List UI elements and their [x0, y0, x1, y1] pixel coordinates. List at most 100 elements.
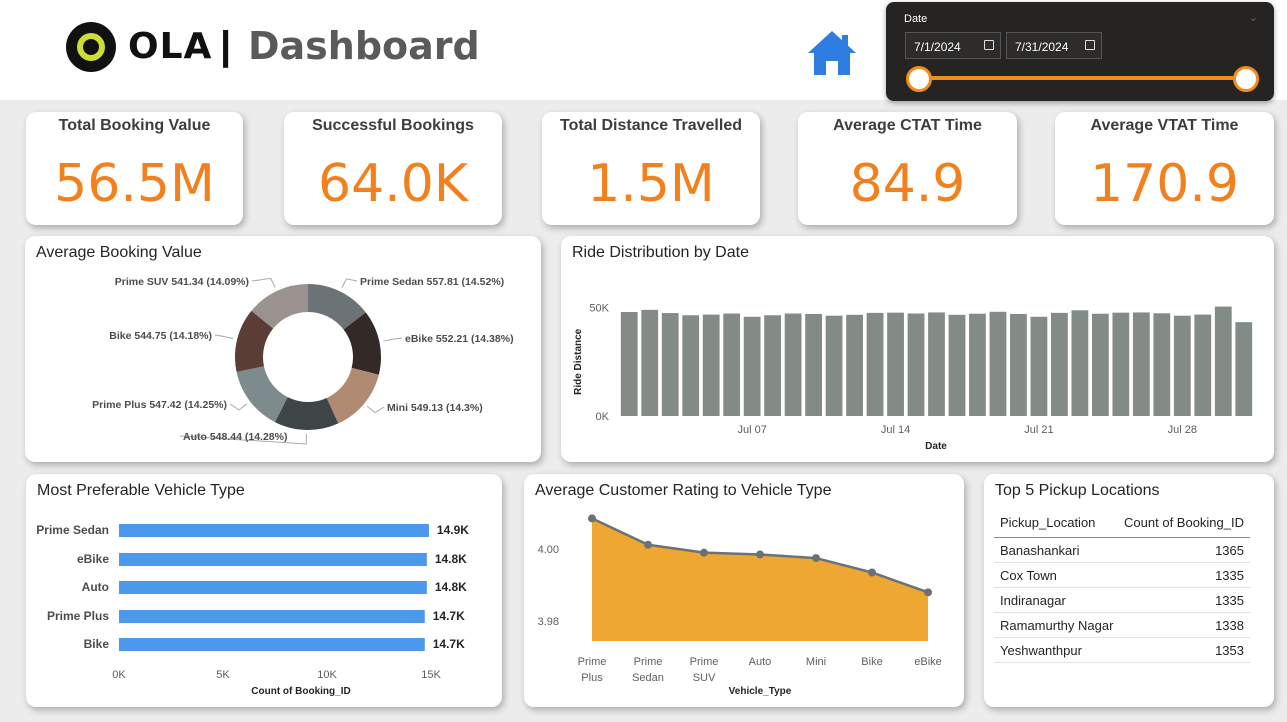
column-header[interactable]: Pickup_Location — [1000, 515, 1095, 530]
donut-slice — [326, 367, 379, 424]
bar — [743, 316, 761, 416]
table-row[interactable]: Indiranagar 1335 — [994, 588, 1250, 613]
start-date-field[interactable]: 7/1/2024 — [905, 32, 1001, 59]
leader-line — [229, 403, 248, 411]
calendar-icon[interactable] — [1085, 40, 1095, 50]
table-row[interactable]: Yeshwanthpur 1353 — [994, 638, 1250, 663]
kpi-label: Successful Bookings — [312, 117, 474, 134]
table-cell: 1335 — [1215, 592, 1244, 608]
table-row[interactable]: Banashankari 1365 — [994, 538, 1250, 563]
end-date-field[interactable]: 7/31/2024 — [1006, 32, 1102, 59]
bar — [825, 315, 843, 416]
average-booking-value-panel: Average Booking Value Prime Sedan 557.81… — [25, 236, 541, 462]
x-tick-label: Jul 28 — [1168, 424, 1197, 436]
data-point — [644, 540, 652, 549]
x-tick-label: Prime — [578, 656, 607, 668]
brand-name: OLA — [128, 26, 213, 67]
x-tick-label: Sedan — [632, 672, 664, 684]
x-tick-label: 0K — [112, 669, 126, 681]
slice-label: Auto 548.44 (14.28%) — [183, 431, 287, 443]
bar — [119, 553, 427, 566]
x-tick-label: Auto — [749, 656, 772, 668]
x-tick-label: Bike — [861, 656, 882, 668]
y-axis-label: Ride Distance — [573, 328, 584, 395]
x-axis-label: Count of Booking_ID — [251, 686, 350, 697]
kpi-value: 1.5M — [587, 154, 715, 214]
bar — [866, 312, 884, 416]
calendar-icon[interactable] — [984, 40, 994, 50]
bar — [1071, 310, 1089, 416]
slice-label: eBike 552.21 (14.38%) — [405, 333, 514, 345]
data-label: 14.7K — [433, 637, 465, 651]
x-tick-label: 15K — [421, 669, 441, 681]
date-slicer: Date ⌄ 7/1/2024 7/31/2024 — [886, 2, 1274, 101]
kpi-label: Total Booking Value — [58, 117, 211, 134]
kpi-card-total-distance: Total Distance Travelled 1.5M — [542, 112, 760, 225]
kpi-card-total-booking-value: Total Booking Value 56.5M — [26, 112, 243, 225]
bar — [1173, 315, 1191, 416]
x-tick-label: 5K — [216, 669, 230, 681]
bar — [1030, 316, 1048, 416]
data-label: 14.8K — [435, 552, 467, 566]
bar — [661, 313, 679, 416]
bar — [764, 315, 782, 416]
donut-chart: Prime Sedan 557.81 (14.52%) eBike 552.21 … — [92, 276, 514, 445]
slice-label: Mini 549.13 (14.3%) — [387, 402, 483, 414]
kpi-value: 84.9 — [849, 154, 966, 214]
bar — [1051, 312, 1068, 416]
kpi-label: Average VTAT Time — [1090, 117, 1239, 134]
date-slicer-label: Date — [904, 13, 928, 25]
column-header[interactable]: Count of Booking_ID — [1124, 515, 1244, 530]
x-tick-label: eBike — [914, 656, 942, 668]
x-axis-label: Vehicle_Type — [729, 686, 792, 697]
chevron-down-icon[interactable]: ⌄ — [1249, 11, 1258, 24]
table-cell: Ramamurthy Nagar — [1000, 617, 1114, 633]
end-date-handle[interactable] — [1233, 66, 1259, 92]
x-tick-label: Prime — [634, 656, 663, 668]
x-tick-label: Plus — [581, 672, 603, 684]
date-range-track[interactable] — [919, 76, 1246, 80]
leader-line — [366, 405, 385, 414]
x-tick-label: Jul 21 — [1024, 424, 1053, 436]
bar — [846, 314, 863, 416]
preferable-vehicle-panel: Most Preferable Vehicle Type Prime Sedan… — [26, 474, 502, 707]
ride-distribution-panel: Ride Distribution by Date 50K 0K Ride Dist… — [561, 236, 1274, 462]
rating-area — [592, 518, 928, 641]
data-point — [868, 568, 876, 577]
bar — [723, 313, 741, 416]
kpi-card-successful-bookings: Successful Bookings 64.0K — [284, 112, 502, 225]
data-point — [700, 548, 708, 557]
leader-line — [214, 334, 234, 340]
slice-label: Prime Sedan 557.81 (14.52%) — [360, 276, 504, 288]
start-date-handle[interactable] — [906, 66, 932, 92]
table-row[interactable]: Ramamurthy Nagar 1338 — [994, 613, 1250, 638]
category-label: eBike — [77, 552, 109, 566]
bar — [1235, 322, 1253, 416]
data-label: 14.8K — [435, 580, 467, 594]
bar — [1010, 313, 1027, 416]
page-title: Dashboard — [248, 24, 480, 68]
data-point — [812, 554, 820, 563]
kpi-value: 56.5M — [54, 154, 215, 214]
top-pickup-locations-panel: Top 5 Pickup Locations Pickup_Location C… — [984, 474, 1274, 707]
x-tick-label: Jul 14 — [881, 424, 910, 436]
panel-title: Top 5 Pickup Locations — [995, 482, 1160, 499]
bar — [1132, 312, 1150, 416]
y-tick-label: 0K — [596, 411, 610, 423]
bar — [1112, 312, 1130, 416]
category-label: Bike — [84, 637, 110, 651]
kpi-value: 170.9 — [1090, 154, 1239, 214]
bar — [119, 524, 429, 537]
bar — [948, 314, 966, 416]
category-label: Auto — [82, 580, 109, 594]
leader-line — [251, 277, 276, 288]
table-row[interactable]: Cox Town 1335 — [994, 563, 1250, 588]
bar — [119, 638, 425, 651]
x-tick-label: Prime — [690, 656, 719, 668]
bar — [682, 315, 700, 416]
bar — [1091, 313, 1109, 416]
slice-label: Prime Plus 547.42 (14.25%) — [92, 399, 227, 411]
home-icon[interactable] — [806, 29, 858, 77]
category-label: Prime Plus — [47, 609, 109, 623]
kpi-label: Average CTAT Time — [833, 117, 982, 134]
